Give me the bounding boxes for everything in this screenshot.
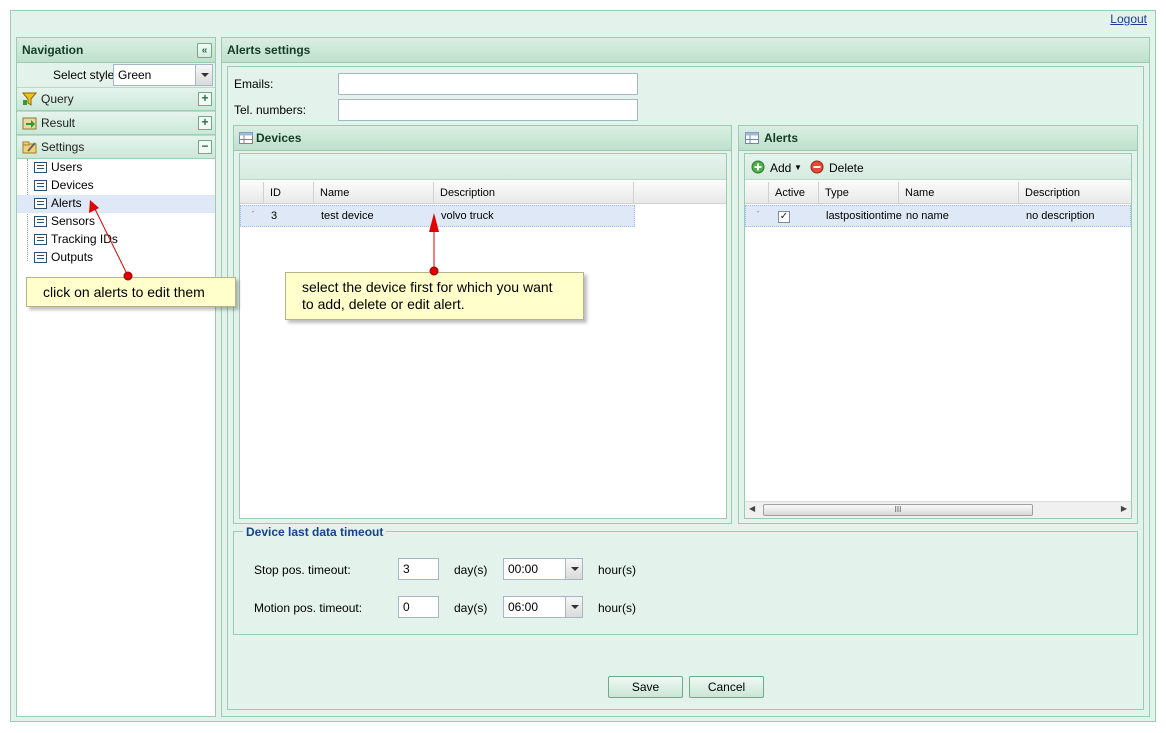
- arrow-to-alerts: [89, 200, 133, 281]
- annotation-arrows: [89, 200, 439, 281]
- arrow-to-device-row: [429, 213, 439, 276]
